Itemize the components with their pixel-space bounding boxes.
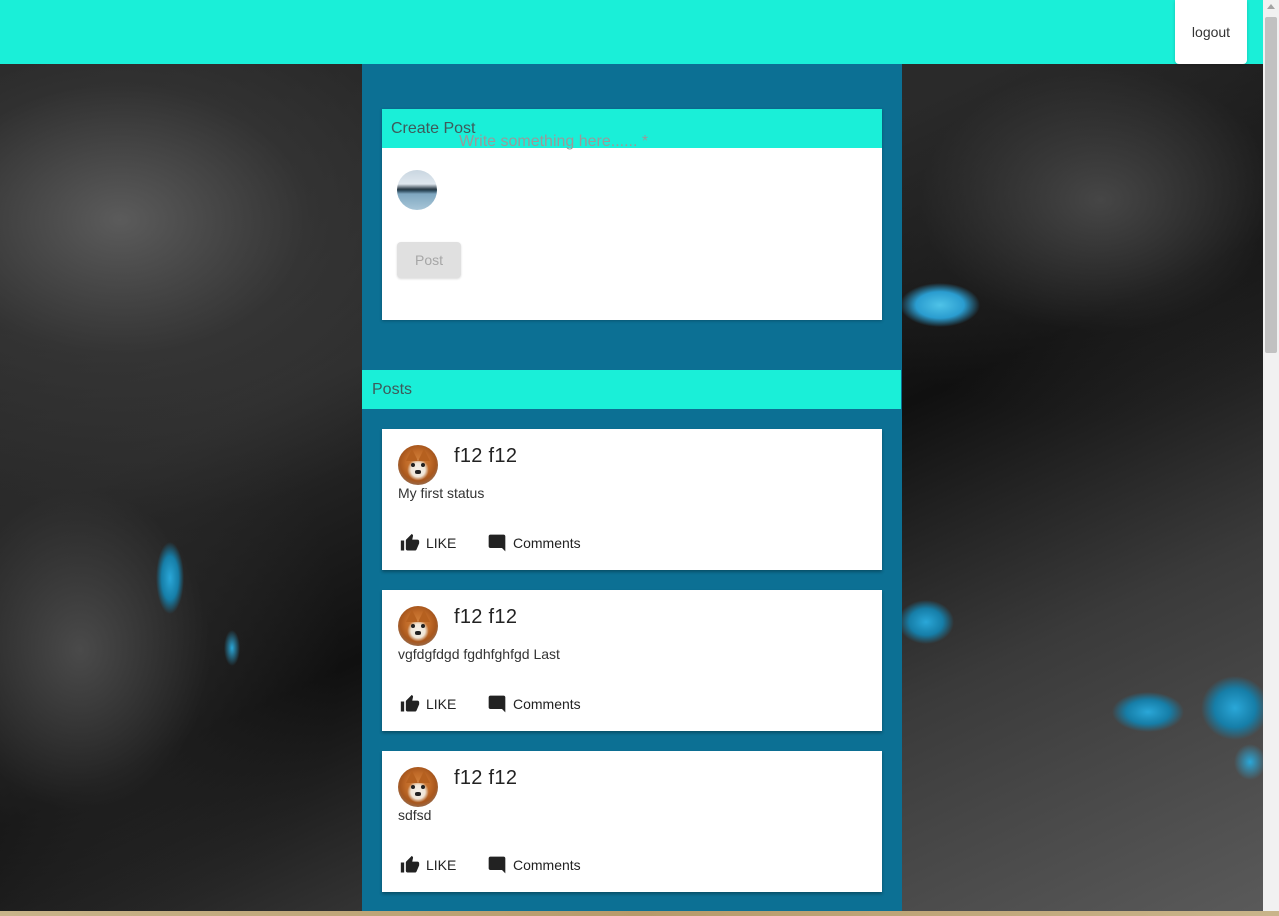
- post-text: My first status: [398, 485, 485, 501]
- post-card: f12 f12 sdfsd LIKE Comments: [382, 751, 882, 892]
- post-text-input[interactable]: [459, 131, 859, 153]
- like-button[interactable]: LIKE: [400, 693, 456, 715]
- dog-avatar-icon: [398, 606, 438, 646]
- posts-header: Posts: [362, 370, 901, 409]
- like-label: LIKE: [426, 857, 457, 873]
- logout-button[interactable]: logout: [1175, 0, 1247, 64]
- posts-title: Posts: [372, 380, 413, 398]
- post-author: f12 f12: [454, 606, 518, 628]
- post-card: f12 f12 vgfdgfdgd fgdhfghfgd Last LIKE C…: [382, 590, 882, 731]
- comments-label: Comments: [513, 535, 581, 551]
- comments-button[interactable]: Comments: [487, 854, 581, 876]
- post-text: sdfsd: [398, 807, 432, 823]
- comments-button[interactable]: Comments: [487, 532, 581, 554]
- post-button[interactable]: Post: [397, 242, 461, 278]
- comment-icon: [488, 695, 506, 713]
- top-app-bar: logout: [0, 0, 1263, 64]
- vertical-scrollbar[interactable]: [1263, 0, 1279, 916]
- comment-icon: [488, 534, 506, 552]
- post-author: f12 f12: [454, 445, 518, 467]
- scroll-up-arrow-icon[interactable]: [1267, 4, 1275, 9]
- main-column: Create Post Post Posts f12 f12 My first …: [362, 64, 902, 916]
- dog-avatar-icon: [398, 445, 438, 485]
- comments-label: Comments: [513, 696, 581, 712]
- comments-label: Comments: [513, 857, 581, 873]
- post-text: vgfdgfdgd fgdhfghfgd Last: [398, 646, 560, 662]
- post-card: f12 f12 My first status LIKE Comments: [382, 429, 882, 570]
- thumb-up-icon: [400, 533, 420, 551]
- like-button[interactable]: LIKE: [400, 854, 456, 876]
- comments-button[interactable]: Comments: [487, 693, 581, 715]
- like-label: LIKE: [426, 535, 457, 551]
- os-taskbar: [0, 911, 1279, 916]
- thumb-up-icon: [400, 855, 420, 873]
- dog-avatar-icon: [398, 767, 438, 807]
- like-label: LIKE: [426, 696, 457, 712]
- comment-icon: [488, 856, 506, 874]
- post-author: f12 f12: [454, 767, 518, 789]
- scrollbar-thumb[interactable]: [1265, 17, 1277, 353]
- like-button[interactable]: LIKE: [400, 532, 456, 554]
- create-post-card: Create Post Post: [382, 109, 882, 320]
- landscape-avatar-icon: [397, 170, 437, 210]
- thumb-up-icon: [400, 694, 420, 712]
